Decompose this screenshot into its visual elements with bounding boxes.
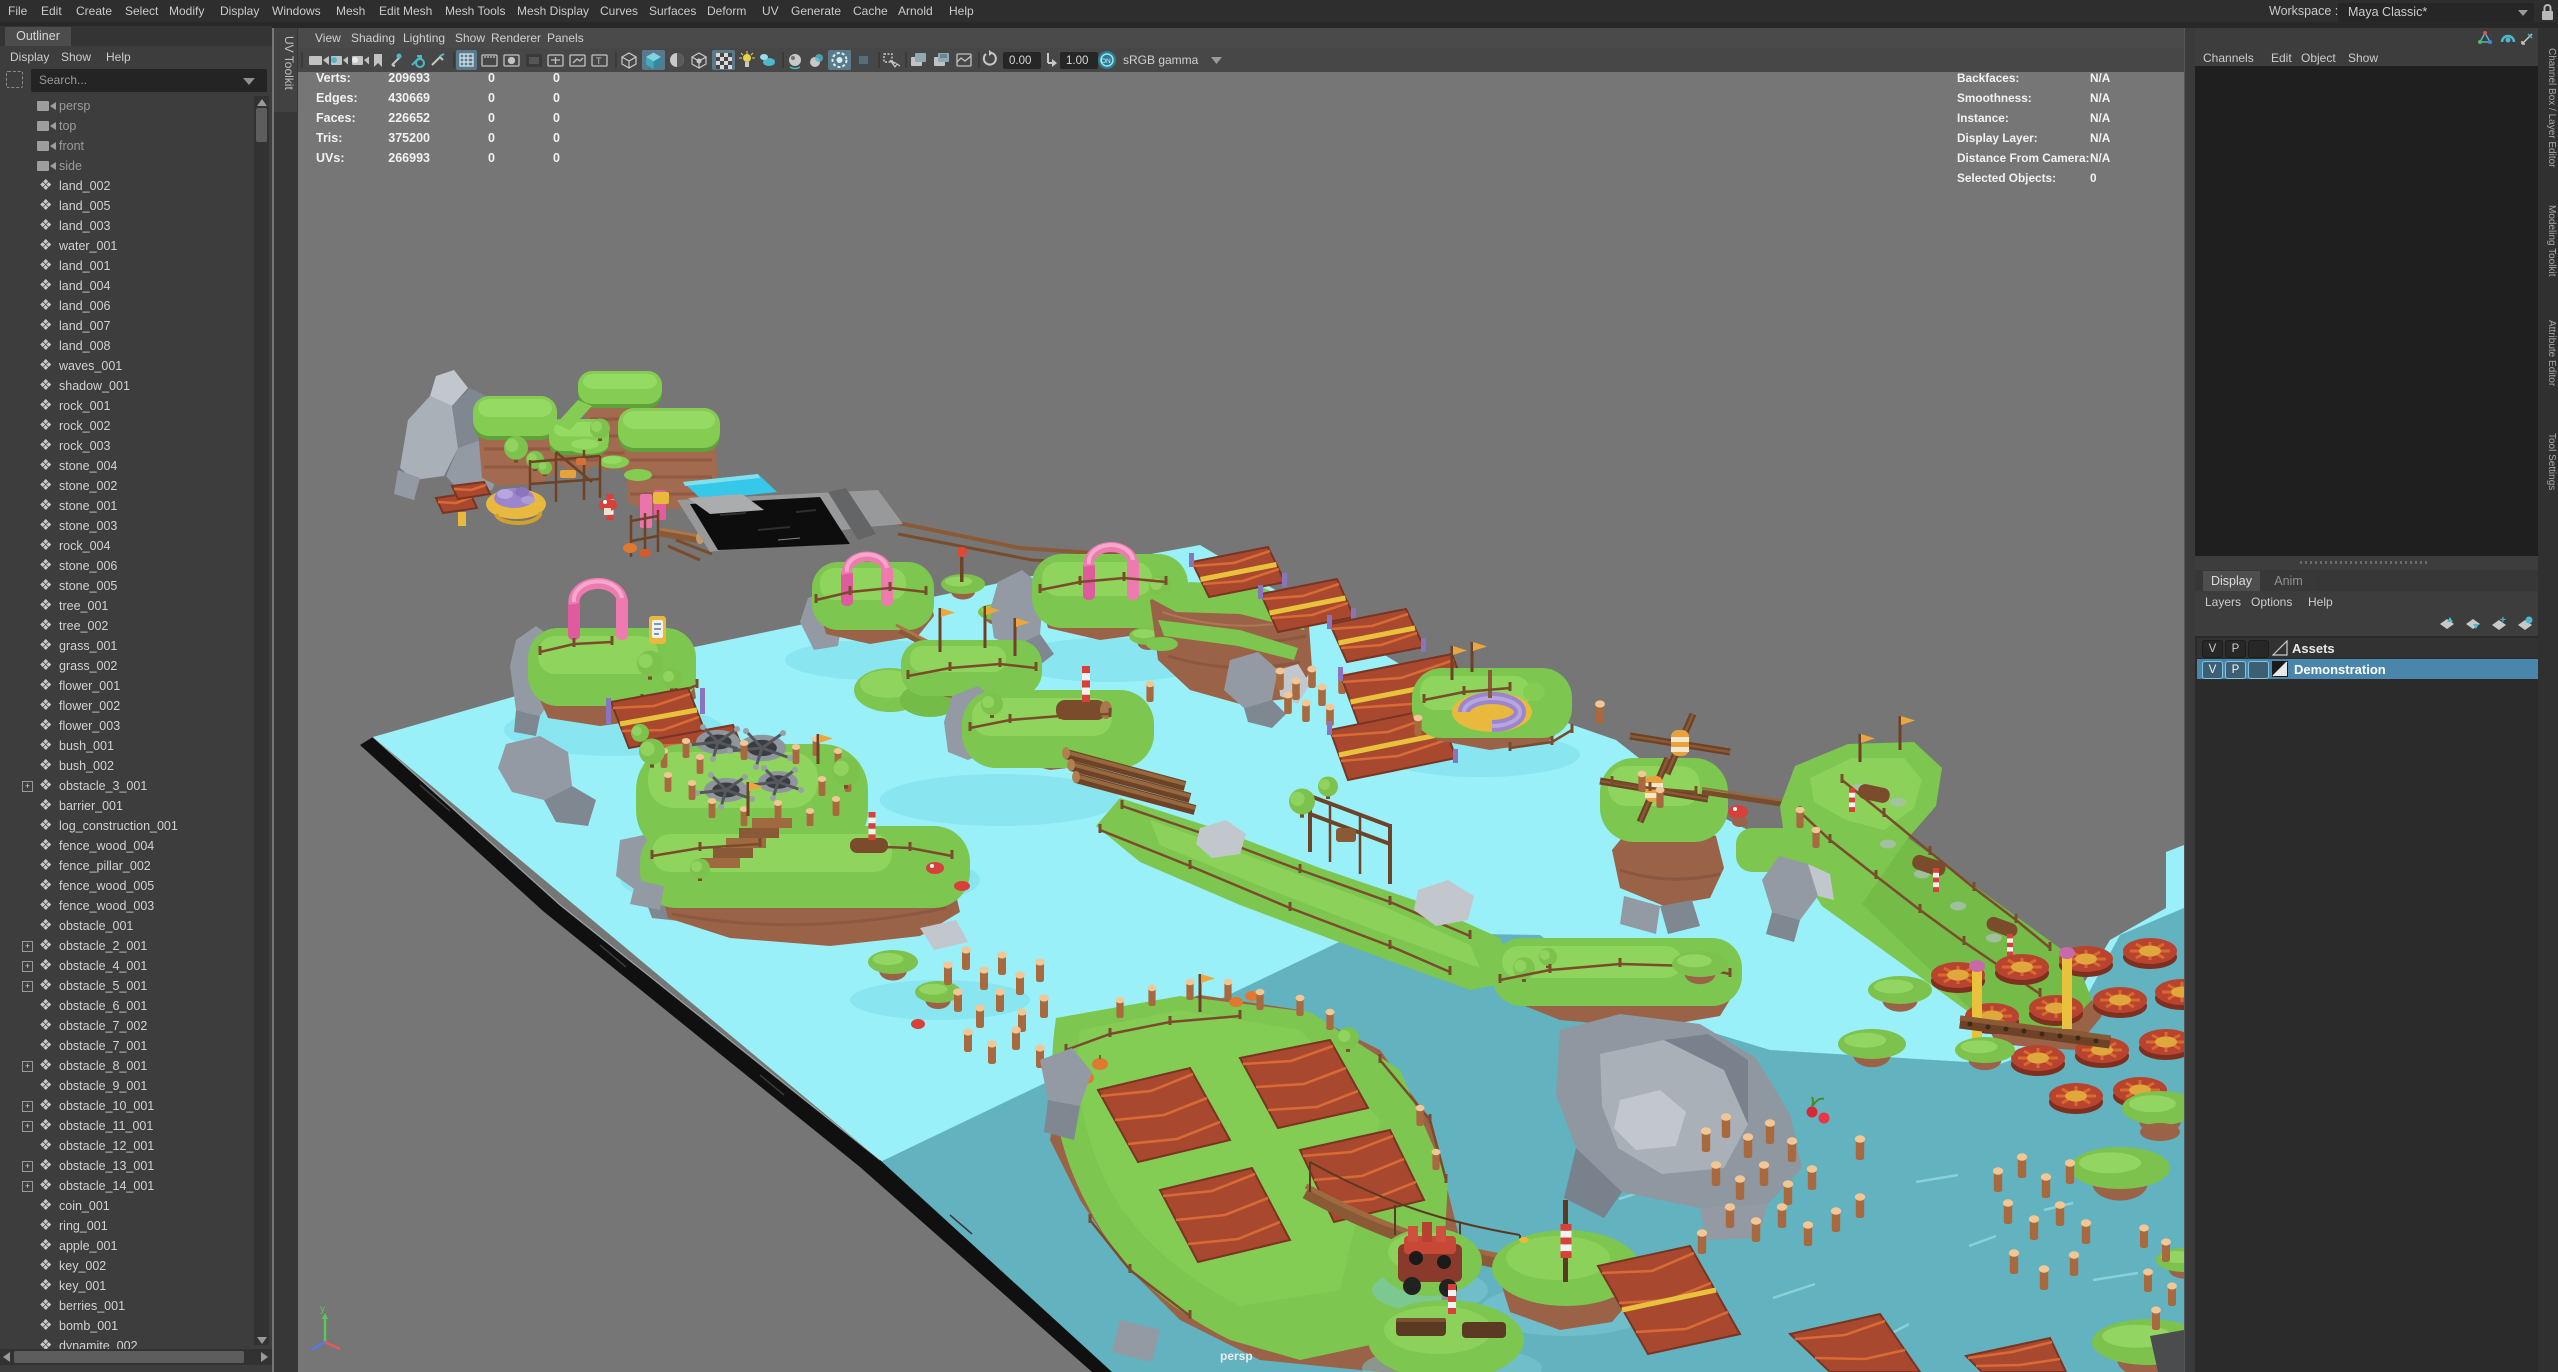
svg-text:sRGB gamma: sRGB gamma xyxy=(1123,53,1199,67)
svg-text:T: T xyxy=(596,56,602,66)
svg-text:0.00: 0.00 xyxy=(1009,55,1031,67)
svg-text:1.00: 1.00 xyxy=(1066,55,1088,67)
svg-text:ON: ON xyxy=(1101,58,1111,65)
svg-text:+: + xyxy=(2500,615,2506,626)
svg-text:y: y xyxy=(320,1304,325,1315)
